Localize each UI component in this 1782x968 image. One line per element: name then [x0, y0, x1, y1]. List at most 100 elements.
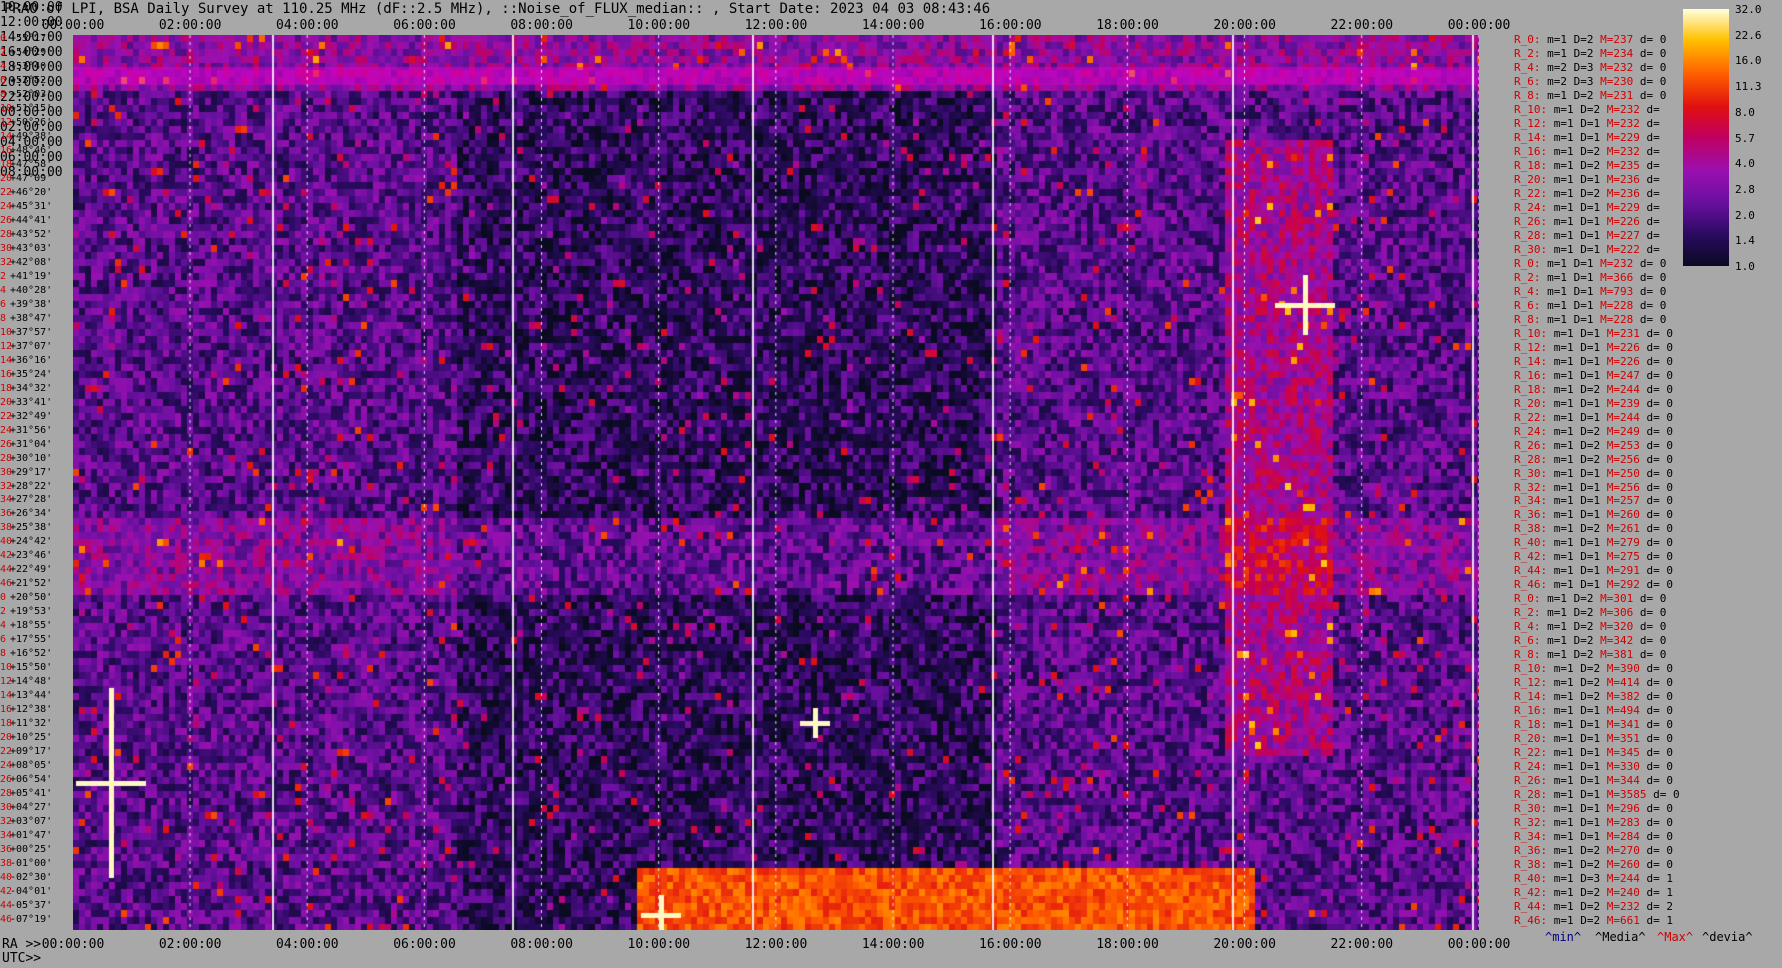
- declination-label: +31°56': [10, 424, 53, 436]
- declination-label: +10°25': [10, 732, 53, 744]
- row-index: 26: [0, 214, 13, 226]
- row-index: 16: [0, 704, 13, 716]
- dec-row: 8 +52°03': [0, 88, 52, 102]
- dec-row: 18+11°32': [0, 717, 52, 731]
- dec-row: 24+31°56': [0, 424, 52, 438]
- stat-row: R_24: m=1 D=2 M=249 d= 0: [1514, 424, 1673, 438]
- heatmap-plot: [73, 35, 1479, 930]
- declination-label: +25°38': [10, 522, 53, 534]
- dec-row: 4 +40°28': [0, 284, 52, 298]
- dec-row: 42+23°46': [0, 549, 52, 563]
- stat-row: R_16: m=1 D=1 M=494 d= 0: [1514, 704, 1673, 718]
- stat-row: R_12: m=1 D=1 M=232 d=: [1514, 116, 1660, 130]
- stat-row: R_40: m=1 D=1 M=279 d= 0: [1514, 536, 1673, 550]
- row-index: 34: [0, 494, 13, 506]
- row-index: 22: [0, 746, 13, 758]
- legend-min: ^min^: [1545, 930, 1582, 944]
- dec-row: 26+31°04': [0, 438, 52, 452]
- declination-label: +47°09': [10, 172, 53, 184]
- declination-label: +45°31': [10, 200, 53, 212]
- dec-row: 28+05°41': [0, 787, 52, 801]
- dec-row: 42-04°01': [0, 885, 52, 899]
- row-index: 44: [0, 900, 13, 912]
- ra-tick-11: 22:00:00: [1330, 937, 1394, 952]
- row-index: 6: [0, 298, 7, 310]
- dec-row: 46+21°52': [0, 577, 52, 591]
- ra-tick-5: 10:00:00: [627, 937, 691, 952]
- declination-label: +14°48': [10, 676, 53, 688]
- declination-label: +52°52': [10, 74, 53, 86]
- top-tick-8: 16:00:00: [979, 18, 1042, 33]
- row-index: 12: [0, 676, 13, 688]
- dec-row: 38+25°38': [0, 521, 52, 535]
- stat-row: R_32: m=1 D=1 M=283 d= 0: [1514, 816, 1673, 830]
- chart-title: PRAO of LPI, BSA Daily Survey at 110.25 …: [4, 1, 991, 17]
- declination-label: +20°50': [10, 592, 53, 604]
- row-index: 8: [0, 312, 7, 324]
- declination-label: +36°16': [10, 354, 53, 366]
- stat-row: R_28: m=1 D=2 M=256 d= 0: [1514, 452, 1673, 466]
- stat-row: R_12: m=1 D=1 M=226 d= 0: [1514, 340, 1673, 354]
- row-index: 6: [0, 634, 7, 646]
- dec-row: 24+45°31': [0, 200, 52, 214]
- stat-row: R_20: m=1 D=1 M=351 d= 0: [1514, 732, 1673, 746]
- stat-row: R_42: m=1 D=2 M=240 d= 1: [1514, 886, 1673, 900]
- dec-row: 10+37°57': [0, 326, 52, 340]
- dec-row: 14+13°44': [0, 689, 52, 703]
- declination-label: +40°28': [10, 284, 53, 296]
- top-tick-1: 02:00:00: [158, 18, 222, 33]
- dec-row: 30+43°03': [0, 242, 52, 256]
- stat-row: R_2: m=1 D=2 M=306 d= 0: [1514, 606, 1667, 620]
- row-index: 38: [0, 522, 13, 534]
- stat-row: R_24: m=1 D=1 M=330 d= 0: [1514, 760, 1673, 774]
- row-index: 0: [0, 592, 7, 604]
- declination-label: +15°50': [10, 662, 53, 674]
- declination-label: +31°04': [10, 438, 53, 450]
- row-index: 42: [0, 550, 13, 562]
- stat-row: R_36: m=1 D=1 M=260 d= 0: [1514, 508, 1673, 522]
- top-tick-2: 04:00:00: [276, 18, 339, 33]
- declination-label: +23°46': [10, 550, 53, 562]
- colorbar-tick-7: 2.8: [1735, 182, 1755, 196]
- declination-label: +01°47': [10, 830, 53, 842]
- stat-row: R_20: m=1 D=1 M=236 d=: [1514, 172, 1660, 186]
- top-tick-11: 22:00:00: [1330, 18, 1394, 33]
- colorbar-tick-0: 32.0: [1735, 3, 1762, 16]
- dec-row: 40+24°42': [0, 535, 52, 549]
- row-index: 46: [0, 914, 13, 926]
- stat-row: R_8: m=1 D=2 M=231 d= 0: [1514, 88, 1667, 102]
- dec-row: 46-07°19': [0, 913, 52, 927]
- dec-row: 2 +19°53': [0, 605, 52, 619]
- ra-tick-0: 00:00:00: [41, 937, 105, 952]
- dec-row: 24+08°05': [0, 759, 52, 773]
- stat-row: R_6: m=1 D=2 M=342 d= 0: [1514, 634, 1667, 648]
- top-tick-6: 12:00:00: [744, 18, 808, 33]
- declination-label: +51°15': [10, 102, 53, 114]
- dec-row: 0 +20°50': [0, 591, 52, 605]
- dec-row: 28+43°52': [0, 228, 52, 242]
- row-index: 24: [0, 760, 13, 772]
- stat-row: R_12: m=1 D=2 M=414 d= 0: [1514, 676, 1673, 690]
- colorbar-tick-10: 1.0: [1735, 260, 1755, 273]
- colorbar-tick-2: 16.0: [1735, 54, 1762, 68]
- row-index: 18: [0, 382, 13, 394]
- top-tick-0: 00:00:00: [41, 18, 105, 33]
- declination-label: +37°07': [10, 340, 53, 352]
- ra-tick-6: 12:00:00: [744, 937, 808, 952]
- row-index: 16: [0, 144, 13, 156]
- dec-row: 18+34°32': [0, 382, 52, 396]
- declination-label: +43°03': [10, 242, 53, 254]
- stat-row: R_26: m=1 D=1 M=344 d= 0: [1514, 774, 1673, 788]
- stat-row: R_46: m=1 D=1 M=292 d= 0: [1514, 578, 1673, 592]
- dec-row: 12+14°48': [0, 675, 52, 689]
- stat-row: R_22: m=1 D=1 M=244 d= 0: [1514, 410, 1673, 424]
- declination-label: +53°40': [10, 60, 53, 72]
- declination-label: +54°29': [10, 46, 53, 58]
- declination-label: +34°32': [10, 382, 53, 394]
- row-index: 14: [0, 130, 13, 142]
- stat-row: R_28: m=1 D=1 M=3585 d= 0: [1514, 788, 1680, 802]
- row-index: 12: [0, 340, 13, 352]
- stat-row: R_32: m=1 D=1 M=256 d= 0: [1514, 480, 1673, 494]
- declination-label: +16°52': [10, 648, 53, 660]
- dec-row: 20+33°41': [0, 396, 52, 410]
